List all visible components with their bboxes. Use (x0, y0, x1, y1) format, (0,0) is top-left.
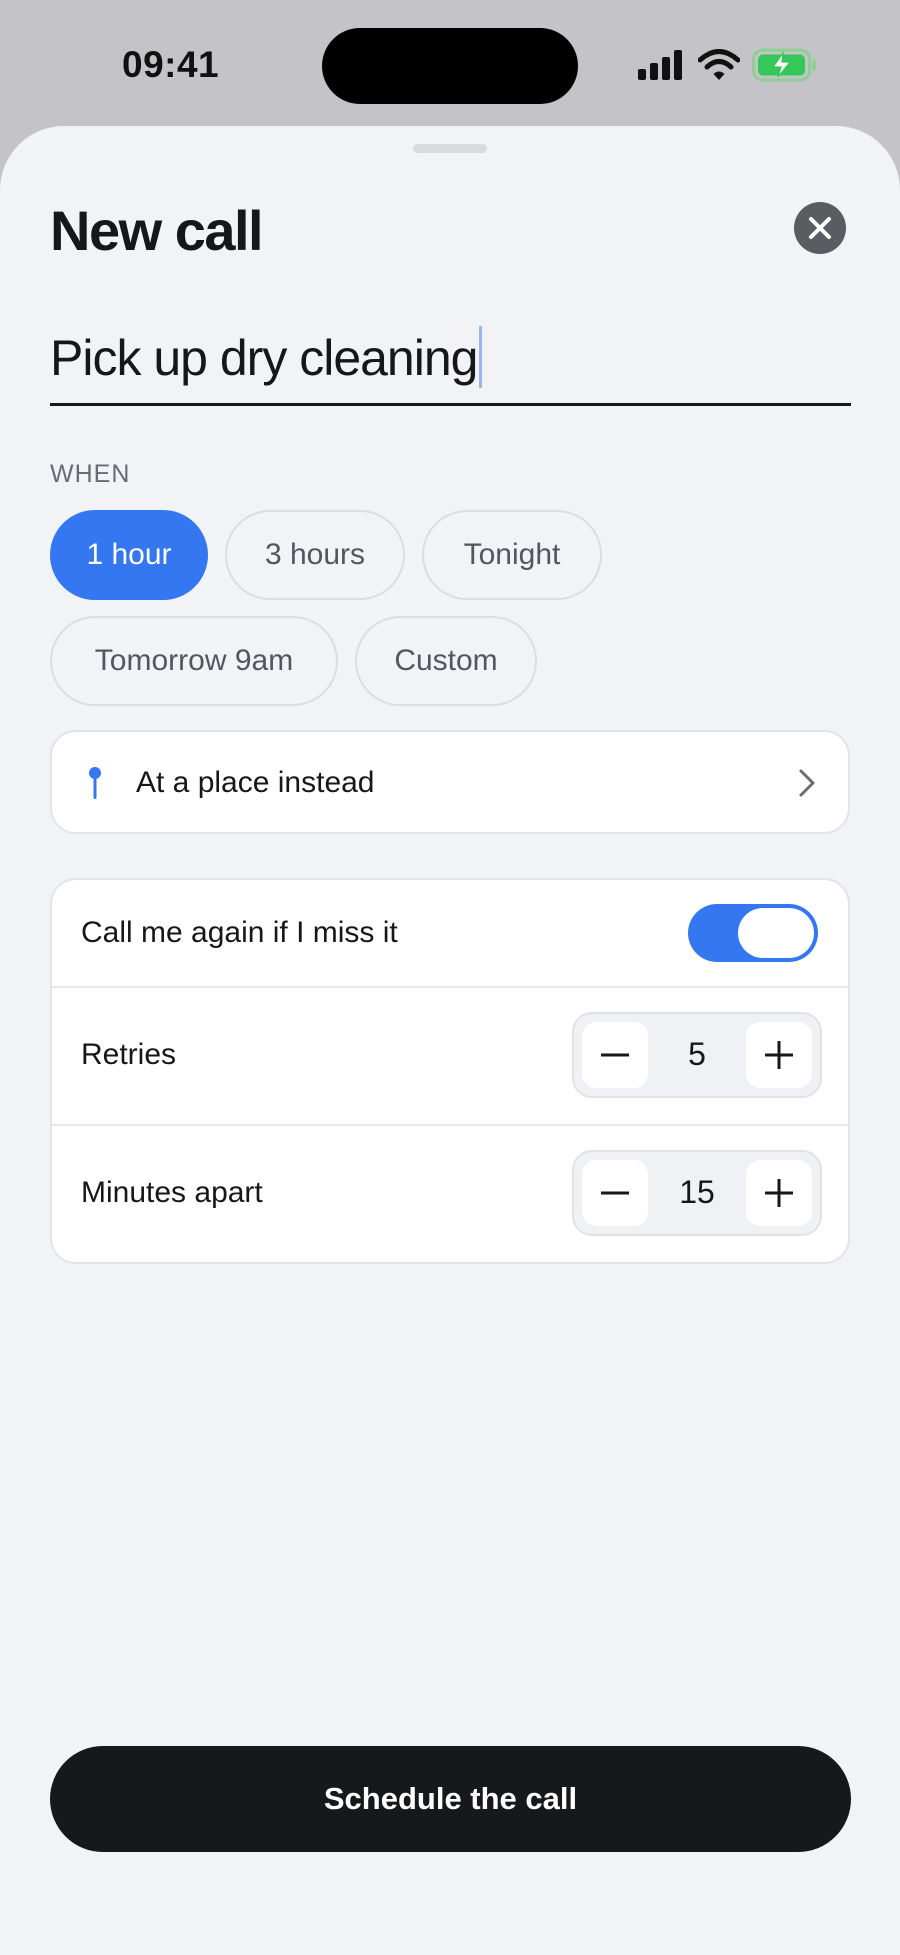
when-chip-custom[interactable]: Custom (355, 616, 537, 706)
wifi-icon (698, 49, 740, 80)
minutes-apart-value: 15 (679, 1174, 715, 1210)
call-again-label: Call me again if I miss it (81, 916, 398, 949)
dynamic-island (322, 28, 578, 104)
place-option-row[interactable]: At a place instead (50, 730, 850, 834)
when-chip-1-hour[interactable]: 1 hour (50, 510, 208, 600)
status-time: 09:41 (122, 44, 220, 85)
retries-stepper: 5 (572, 1012, 822, 1098)
call-again-row: Call me again if I miss it (52, 880, 848, 986)
call-again-toggle[interactable] (688, 904, 818, 962)
when-chip-tomorrow-9am[interactable]: Tomorrow 9am (50, 616, 338, 706)
minutes-apart-row: Minutes apart 15 (52, 1126, 848, 1262)
battery-charging-icon (752, 48, 816, 82)
minutes-apart-label: Minutes apart (81, 1176, 263, 1209)
minus-icon (601, 1191, 629, 1195)
place-option-label: At a place instead (136, 766, 375, 799)
close-button[interactable] (794, 202, 846, 254)
text-cursor (479, 326, 483, 388)
retries-value: 5 (688, 1036, 706, 1072)
status-bar: 09:41 (0, 0, 900, 128)
sheet-title: New call (50, 199, 264, 262)
chevron-right-icon (799, 769, 815, 797)
retries-label: Retries (81, 1038, 177, 1071)
close-icon (809, 217, 831, 239)
call-options-card: Call me again if I miss it Retries 5 Min… (50, 878, 850, 1264)
toggle-knob (738, 908, 814, 958)
new-call-sheet: New call Pick up dry cleaning WHEN 1 hou… (0, 126, 900, 1955)
retries-increment-button[interactable] (746, 1022, 812, 1088)
when-chip-tonight[interactable]: Tonight (422, 510, 602, 600)
minus-icon (601, 1053, 629, 1057)
reminder-name-input[interactable]: Pick up dry cleaning (50, 316, 851, 406)
when-chip-3-hours[interactable]: 3 hours (225, 510, 405, 600)
minutes-decrement-button[interactable] (582, 1160, 648, 1226)
sheet-grabber[interactable] (413, 144, 487, 153)
cellular-signal-icon (638, 50, 682, 80)
map-pin-icon (89, 767, 101, 799)
plus-icon (765, 1041, 793, 1069)
plus-icon (765, 1179, 793, 1207)
minutes-increment-button[interactable] (746, 1160, 812, 1226)
schedule-call-button[interactable]: Schedule the call (50, 1746, 851, 1852)
retries-row: Retries 5 (52, 988, 848, 1124)
reminder-name-value: Pick up dry cleaning (50, 330, 478, 386)
minutes-apart-stepper: 15 (572, 1150, 822, 1236)
retries-decrement-button[interactable] (582, 1022, 648, 1088)
when-section-label: WHEN (50, 460, 131, 488)
